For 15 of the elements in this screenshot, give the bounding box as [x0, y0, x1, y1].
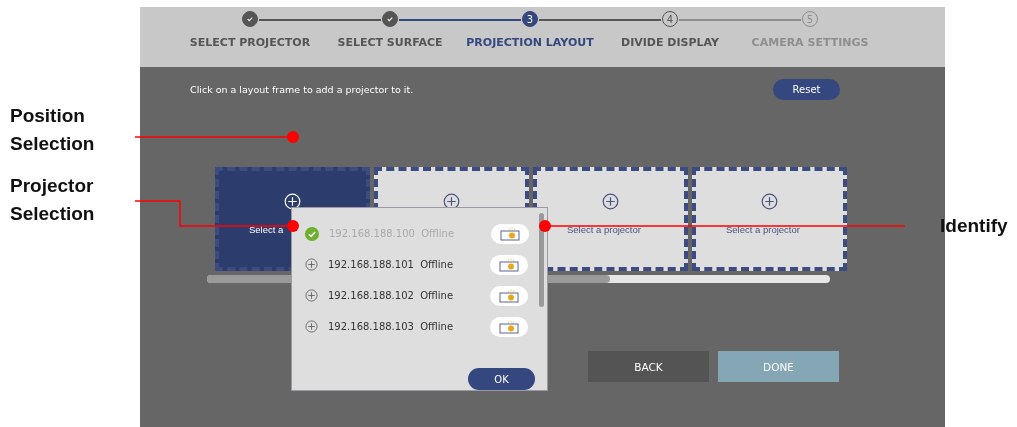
- frame-label: Select a: [249, 224, 284, 235]
- projector-address: 192.168.188.102 Offline: [328, 290, 455, 301]
- frame-label: Select a projector: [567, 224, 641, 235]
- step-label: CAMERA SETTINGS: [751, 36, 869, 49]
- callout-label: Position Selection: [10, 104, 96, 156]
- step-label: DIVIDE DISPLAY: [621, 36, 719, 49]
- frame-label: Select a projector: [726, 224, 800, 235]
- step-label: PROJECTION LAYOUT: [466, 36, 594, 49]
- hint-text: Click on a layout frame to add a projector to it.: [190, 84, 414, 95]
- projector-address: 192.168.188.101 Offline: [328, 259, 455, 270]
- step-indicator: 3: [522, 11, 538, 27]
- step-label: SELECT SURFACE: [337, 36, 443, 49]
- projector-address: 192.168.188.103 Offline: [328, 321, 455, 332]
- callout-label: Projector Selection: [10, 174, 96, 226]
- step-label: SELECT PROJECTOR: [189, 36, 311, 49]
